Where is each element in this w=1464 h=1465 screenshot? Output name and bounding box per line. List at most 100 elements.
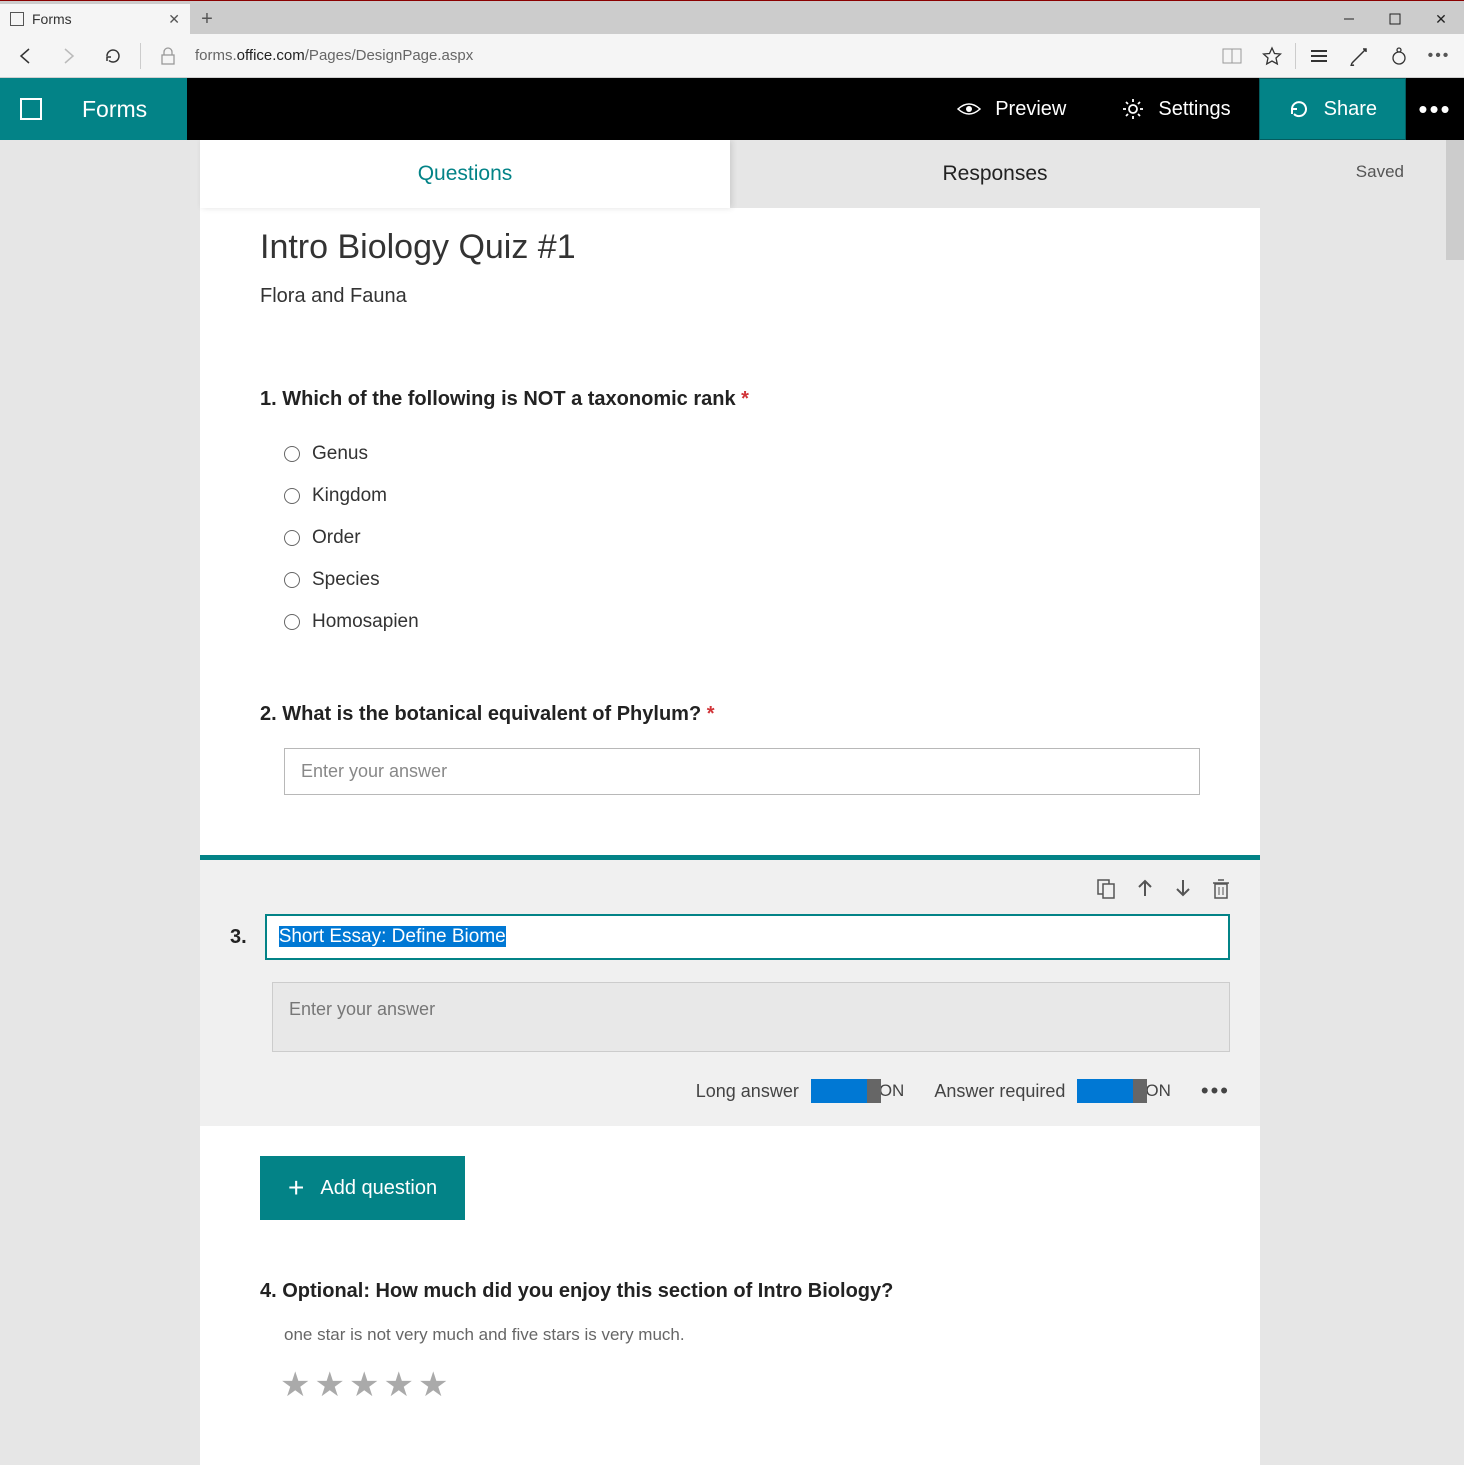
notes-icon[interactable] [1342,39,1376,73]
radio-icon[interactable] [284,488,300,504]
question-more-icon[interactable]: ••• [1201,1078,1230,1104]
scrollbar-thumb[interactable] [1446,140,1464,260]
option-row[interactable]: Homosapien [260,601,1200,643]
long-answer-toggle[interactable] [811,1079,867,1103]
rating-stars: ★ ★ ★ ★ ★ [260,1365,1200,1405]
radio-icon[interactable] [284,614,300,630]
window-controls: ✕ [1326,4,1464,34]
browser-toolbar: forms.office.com/Pages/DesignPage.aspx •… [0,34,1464,78]
question-footer: Long answer ON Answer required ON ••• [230,1078,1230,1104]
app-header: Forms Preview Settings Share ••• [0,78,1464,140]
tab-questions[interactable]: Questions [200,140,730,208]
copy-icon[interactable] [1096,878,1116,900]
share-label: Share [1324,98,1377,121]
question-subtitle: one star is not very much and five stars… [260,1325,1200,1345]
question-toolbar [230,878,1230,900]
long-answer-toggle-group: Long answer ON [696,1079,905,1103]
preview-button[interactable]: Preview [929,78,1094,140]
saved-status: Saved [1356,162,1404,182]
form-title[interactable]: Intro Biology Quiz #1 [260,228,1200,267]
gear-icon [1122,98,1144,120]
page-content: Saved Questions Responses Intro Biology … [0,140,1464,1465]
minimize-button[interactable] [1326,4,1372,34]
option-row[interactable]: Kingdom [260,475,1200,517]
option-row[interactable]: Order [260,517,1200,559]
browser-tab[interactable]: Forms ✕ [0,4,190,34]
required-toggle-group: Answer required ON [934,1079,1171,1103]
option-label: Kingdom [312,485,387,507]
option-row[interactable]: Genus [260,433,1200,475]
url-prefix: forms. [195,47,237,64]
star-icon[interactable]: ★ [383,1365,413,1405]
url-domain: office.com [237,47,305,64]
star-icon[interactable]: ★ [418,1365,448,1405]
toggle-state: ON [879,1081,905,1101]
required-toggle[interactable] [1077,1079,1133,1103]
question-3-editor: 3. Short Essay: Define Biome Enter your … [200,855,1260,1126]
move-up-icon[interactable] [1136,878,1154,900]
new-tab-button[interactable]: + [190,4,224,34]
extension-icon[interactable] [1382,39,1416,73]
radio-icon[interactable] [284,530,300,546]
question-2: 2. What is the botanical equivalent of P… [260,703,1200,795]
reading-view-icon[interactable] [1215,39,1249,73]
lock-icon [151,39,185,73]
star-icon[interactable]: ★ [314,1365,344,1405]
long-answer-label: Long answer [696,1081,799,1102]
separator [140,43,141,69]
question-label: 2. What is the botanical equivalent of P… [260,703,1200,726]
question-text: 1. Which of the following is NOT a taxon… [260,388,741,410]
radio-icon[interactable] [284,572,300,588]
share-icon [1288,98,1310,120]
browser-tabbar: Forms ✕ + ✕ [0,0,1464,34]
move-down-icon[interactable] [1174,878,1192,900]
tab-responses[interactable]: Responses [730,140,1260,208]
option-label: Species [312,569,380,591]
hub-icon[interactable] [1302,39,1336,73]
answer-input[interactable] [284,748,1200,795]
tab-title: Forms [32,11,72,27]
question-label: 1. Which of the following is NOT a taxon… [260,388,1200,411]
radio-icon[interactable] [284,446,300,462]
star-icon[interactable]: ★ [349,1365,379,1405]
settings-button[interactable]: Settings [1094,78,1258,140]
preview-label: Preview [995,98,1066,121]
answer-textarea[interactable]: Enter your answer [272,982,1230,1052]
question-number: 3. [230,914,247,949]
question-1: 1. Which of the following is NOT a taxon… [260,388,1200,643]
eye-icon [957,101,981,117]
question-4: 4. Optional: How much did you enjoy this… [260,1280,1200,1405]
separator [1295,43,1296,69]
back-button[interactable] [8,39,42,73]
form-description[interactable]: Flora and Fauna [260,285,1200,308]
tab-close-icon[interactable]: ✕ [168,11,180,28]
add-question-label: Add question [320,1177,437,1200]
header-more-button[interactable]: ••• [1406,78,1464,140]
refresh-button[interactable] [96,39,130,73]
share-button[interactable]: Share [1259,78,1406,140]
question-title-input[interactable]: Short Essay: Define Biome [265,914,1230,960]
tab-favicon [10,12,24,26]
maximize-button[interactable] [1372,4,1418,34]
required-asterisk: * [707,703,715,725]
question-label: 4. Optional: How much did you enjoy this… [260,1280,1200,1303]
app-name[interactable]: Forms [62,78,187,140]
option-label: Order [312,527,361,549]
url-path: /Pages/DesignPage.aspx [305,47,473,64]
add-question-button[interactable]: + Add question [260,1156,465,1220]
delete-icon[interactable] [1212,878,1230,900]
form-body: Intro Biology Quiz #1 Flora and Fauna 1.… [200,208,1260,1465]
favorite-icon[interactable] [1255,39,1289,73]
address-bar[interactable]: forms.office.com/Pages/DesignPage.aspx [195,47,473,64]
forward-button[interactable] [52,39,86,73]
star-icon[interactable]: ★ [280,1365,310,1405]
settings-label: Settings [1158,98,1230,121]
close-window-button[interactable]: ✕ [1418,4,1464,34]
option-row[interactable]: Species [260,559,1200,601]
toggle-state: ON [1145,1081,1171,1101]
more-icon[interactable]: ••• [1422,39,1456,73]
required-asterisk: * [741,388,749,410]
required-label: Answer required [934,1081,1065,1102]
office-logo[interactable] [0,78,62,140]
question-text: 2. What is the botanical equivalent of P… [260,703,707,725]
